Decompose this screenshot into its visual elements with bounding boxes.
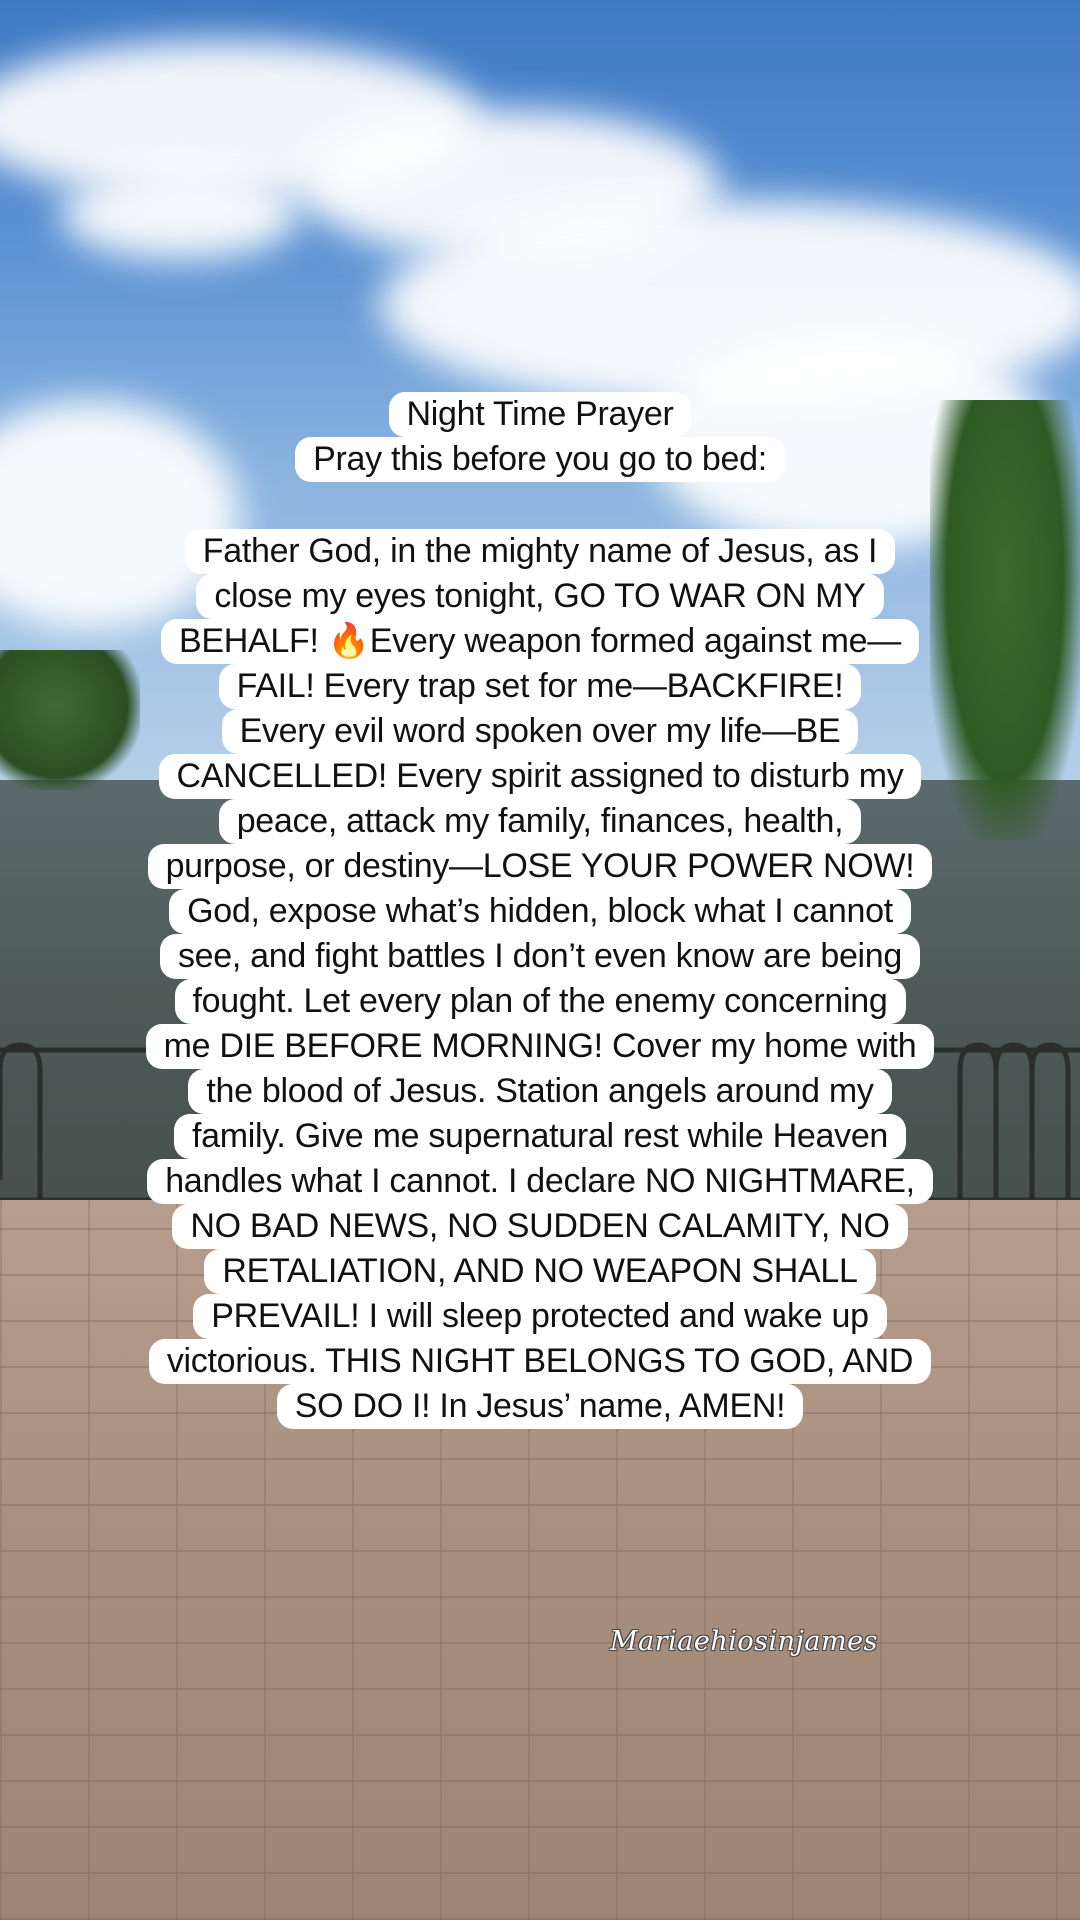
caption-subtitle: Pray this before you go to bed: [295,437,785,482]
prayer-line: close my eyes tonight, GO TO WAR ON MY [196,574,884,619]
caption-title: Night Time Prayer [388,392,692,437]
prayer-line: RETALIATION, AND NO WEAPON SHALL [204,1249,876,1294]
prayer-line: victorious. THIS NIGHT BELONGS TO GOD, A… [148,1339,932,1384]
prayer-line: BEHALF! 🔥Every weapon formed against me— [161,619,919,664]
prayer-line: PREVAIL! I will sleep protected and wake… [193,1294,887,1339]
prayer-line: God, expose what’s hidden, block what I … [169,889,911,934]
prayer-line: me DIE BEFORE MORNING! Cover my home wit… [145,1024,935,1069]
prayer-line: see, and fight battles I don’t even know… [159,934,921,979]
prayer-line: SO DO I! In Jesus’ name, AMEN! [276,1384,804,1429]
prayer-line: handles what I cannot. I declare NO NIGH… [147,1159,933,1204]
prayer-caption: Father God, in the mighty name of Jesus,… [40,529,1040,1429]
prayer-line: FAIL! Every trap set for me—BACKFIRE! [218,664,862,709]
header-caption: Night Time Prayer Pray this before you g… [40,392,1040,482]
prayer-line: Father God, in the mighty name of Jesus,… [184,529,896,574]
prayer-line: fought. Let every plan of the enemy conc… [174,979,906,1024]
prayer-line: purpose, or destiny—LOSE YOUR POWER NOW! [147,844,933,889]
prayer-line: CANCELLED! Every spirit assigned to dist… [158,754,922,799]
watermark-signature: Mariaehiosinjames [610,1626,878,1657]
prayer-line: peace, attack my family, finances, healt… [218,799,862,844]
prayer-line: Every evil word spoken over my life—BE [221,709,859,754]
prayer-line: the blood of Jesus. Station angels aroun… [188,1069,892,1114]
cloud [60,170,300,260]
prayer-line: family. Give me supernatural rest while … [173,1114,907,1159]
prayer-line: NO BAD NEWS, NO SUDDEN CALAMITY, NO [172,1204,908,1249]
